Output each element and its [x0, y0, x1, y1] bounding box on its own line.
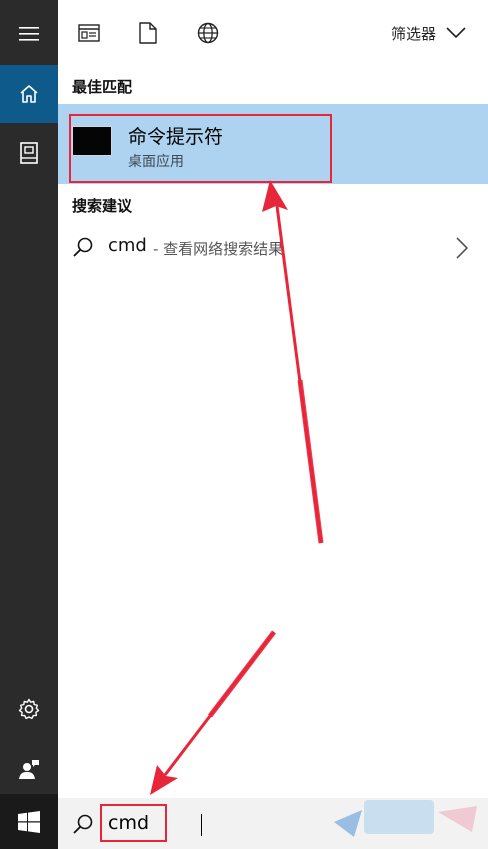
chevron-down-icon [446, 27, 466, 39]
annotation-highlight-box-input [100, 804, 167, 842]
annotation-arrow-down [150, 630, 276, 795]
hamburger-icon [19, 27, 39, 41]
apps-icon [78, 24, 100, 42]
search-suggestions-heading: 搜索建议 [72, 197, 133, 215]
chevron-right-icon[interactable] [456, 237, 468, 259]
notebook-button[interactable] [0, 124, 58, 182]
home-icon [20, 85, 38, 103]
documents-filter-button[interactable] [135, 20, 161, 46]
search-icon [73, 237, 93, 257]
watermark-logo [334, 800, 477, 837]
suggestion-item[interactable]: cmd - 查看网络搜索结果 [58, 224, 488, 272]
text-caret [201, 814, 202, 836]
feedback-person-icon [19, 760, 39, 779]
suggestion-term: cmd [108, 235, 147, 256]
annotation-highlight-box-result [69, 114, 332, 183]
search-scope-toolbar: 筛选器 [58, 0, 488, 66]
suggestion-hint: - 查看网络搜索结果 [153, 240, 284, 258]
left-rail [0, 0, 58, 849]
documents-icon [139, 22, 157, 44]
windows-logo-icon [18, 810, 40, 833]
search-icon [73, 814, 93, 834]
home-button[interactable] [0, 65, 58, 123]
notebook-icon [20, 142, 38, 164]
filter-dropdown[interactable]: 筛选器 [391, 20, 466, 46]
filter-label: 筛选器 [390, 24, 436, 43]
web-filter-button[interactable] [195, 20, 221, 46]
hamburger-menu-button[interactable] [0, 5, 58, 63]
feedback-button[interactable] [0, 740, 58, 798]
web-globe-icon [197, 22, 219, 44]
start-button[interactable] [0, 794, 58, 849]
settings-button[interactable] [0, 680, 58, 738]
best-match-heading: 最佳匹配 [72, 78, 133, 96]
apps-filter-button[interactable] [76, 20, 102, 46]
gear-icon [18, 698, 40, 720]
